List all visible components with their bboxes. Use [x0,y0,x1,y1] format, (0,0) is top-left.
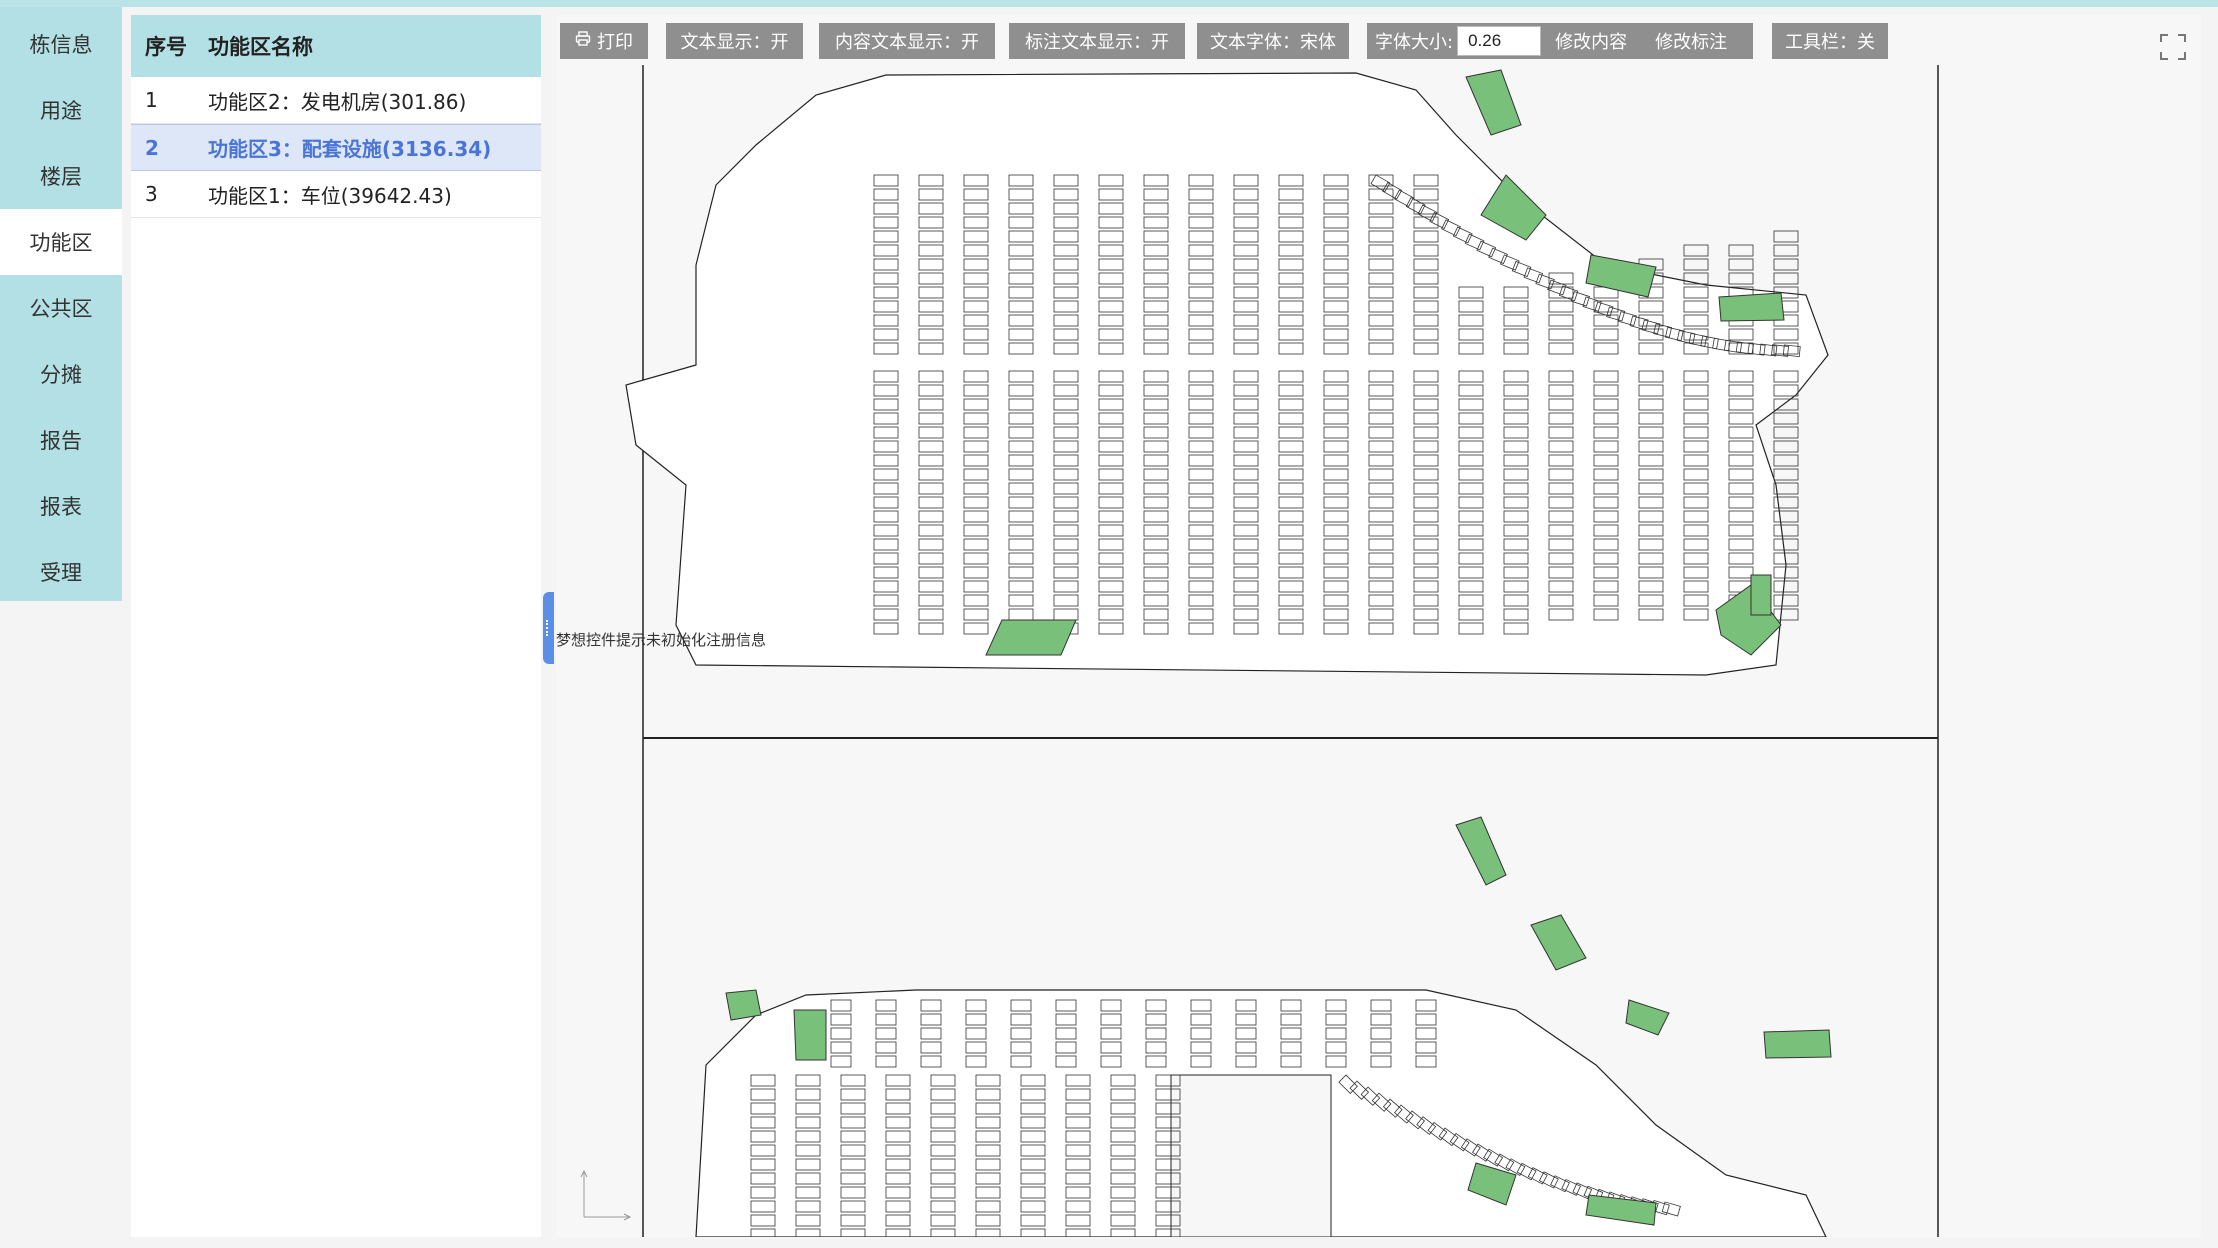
print-button[interactable]: 打印 [560,23,648,59]
viewer-toolbar: 打印 文本显示：开 内容文本显示：开 标注文本显示：开 文本字体：宋体 字体大小… [556,23,2201,61]
parking-stall [1773,258,1799,271]
facility-area [1455,816,1507,886]
facility-area [1763,1029,1832,1059]
facility-area [725,989,762,1021]
facility-area [1625,999,1670,1036]
facility-area [793,1009,827,1061]
facility-area [1750,574,1772,616]
nav-item-building-info[interactable]: 栋信息 [0,11,122,77]
modify-annotation-button[interactable]: 修改标注 [1655,28,1727,54]
drawing-canvas[interactable]: 梦想控件提示未初始化注册信息 [556,65,2201,1237]
list-row[interactable]: 1 功能区2：发电机房(301.86) [131,77,541,124]
content-text-display-toggle[interactable]: 内容文本显示：开 [819,23,995,59]
nav-item-floor[interactable]: 楼层 [0,143,122,209]
function-area-list: 序号 功能区名称 1 功能区2：发电机房(301.86) 2 功能区3：配套设施… [131,15,541,1237]
upper-plan-outline [625,72,1829,676]
nav-item-usage[interactable]: 用途 [0,77,122,143]
splitter-grip-icon [546,620,550,636]
parking-stall [1683,244,1709,257]
parking-stall [1773,440,1799,453]
parking-stall [1728,272,1754,285]
facility-area [985,619,1077,656]
list-row[interactable]: 3 功能区1：车位(39642.43) [131,171,541,218]
font-size-group: 字体大小: 修改内容 修改标注 [1367,23,1753,59]
annotation-text-display-toggle[interactable]: 标注文本显示：开 [1009,23,1185,59]
top-strip [0,0,2218,7]
list-header: 序号 功能区名称 [131,15,541,77]
row-index: 1 [145,88,158,112]
parking-stall [1728,244,1754,257]
row-index: 3 [145,182,158,206]
parking-stall [1773,454,1799,467]
facility-area [1718,292,1785,322]
row-name: 功能区3：配套设施(3136.34) [208,137,492,161]
nav-item-apportion[interactable]: 分摊 [0,341,122,407]
ucs-axis-icon [576,1165,636,1229]
facility-area [1465,69,1522,136]
fullscreen-icon[interactable] [2159,33,2187,61]
toolbar-toggle[interactable]: 工具栏：关 [1772,23,1888,59]
printer-icon [575,31,591,51]
nav-item-report[interactable]: 报告 [0,407,122,473]
modify-content-button[interactable]: 修改内容 [1555,28,1627,54]
parking-stall [1773,412,1799,425]
parking-stall [1683,258,1709,271]
header-name: 功能区名称 [208,35,313,59]
lower-open-court [1170,1074,1332,1237]
nav-item-function-area[interactable]: 功能区 [0,209,122,275]
floor-plan-drawing [625,65,1939,1237]
list-row-selected[interactable]: 2 功能区3：配套设施(3136.34) [131,124,541,171]
side-nav: 栋信息 用途 楼层 功能区 公共区 分摊 报告 报表 受理 [0,7,122,601]
cad-viewer: 打印 文本显示：开 内容文本显示：开 标注文本显示：开 文本字体：宋体 字体大小… [556,15,2201,1237]
parking-stall [1773,230,1799,243]
nav-item-statement[interactable]: 报表 [0,473,122,539]
nav-item-acceptance[interactable]: 受理 [0,539,122,605]
parking-stall [1728,258,1754,271]
print-label: 打印 [597,32,633,53]
text-font-button[interactable]: 文本字体：宋体 [1197,23,1349,59]
font-size-label: 字体大小: [1375,32,1454,53]
parking-stall [1773,272,1799,285]
parking-stall [1773,468,1799,481]
license-warning: 梦想控件提示未初始化注册信息 [556,631,767,649]
panel-splitter[interactable] [543,592,554,664]
nav-item-public-area[interactable]: 公共区 [0,275,122,341]
row-name: 功能区2：发电机房(301.86) [208,89,467,114]
text-display-toggle[interactable]: 文本显示：开 [666,23,803,59]
header-index: 序号 [145,35,187,59]
parking-stall [1773,426,1799,439]
row-index: 2 [145,135,159,160]
parking-stall [1773,244,1799,257]
parking-stall [1773,482,1799,495]
row-name: 功能区1：车位(39642.43) [208,183,452,208]
font-size-input[interactable] [1457,26,1542,56]
facility-area [1530,914,1587,971]
